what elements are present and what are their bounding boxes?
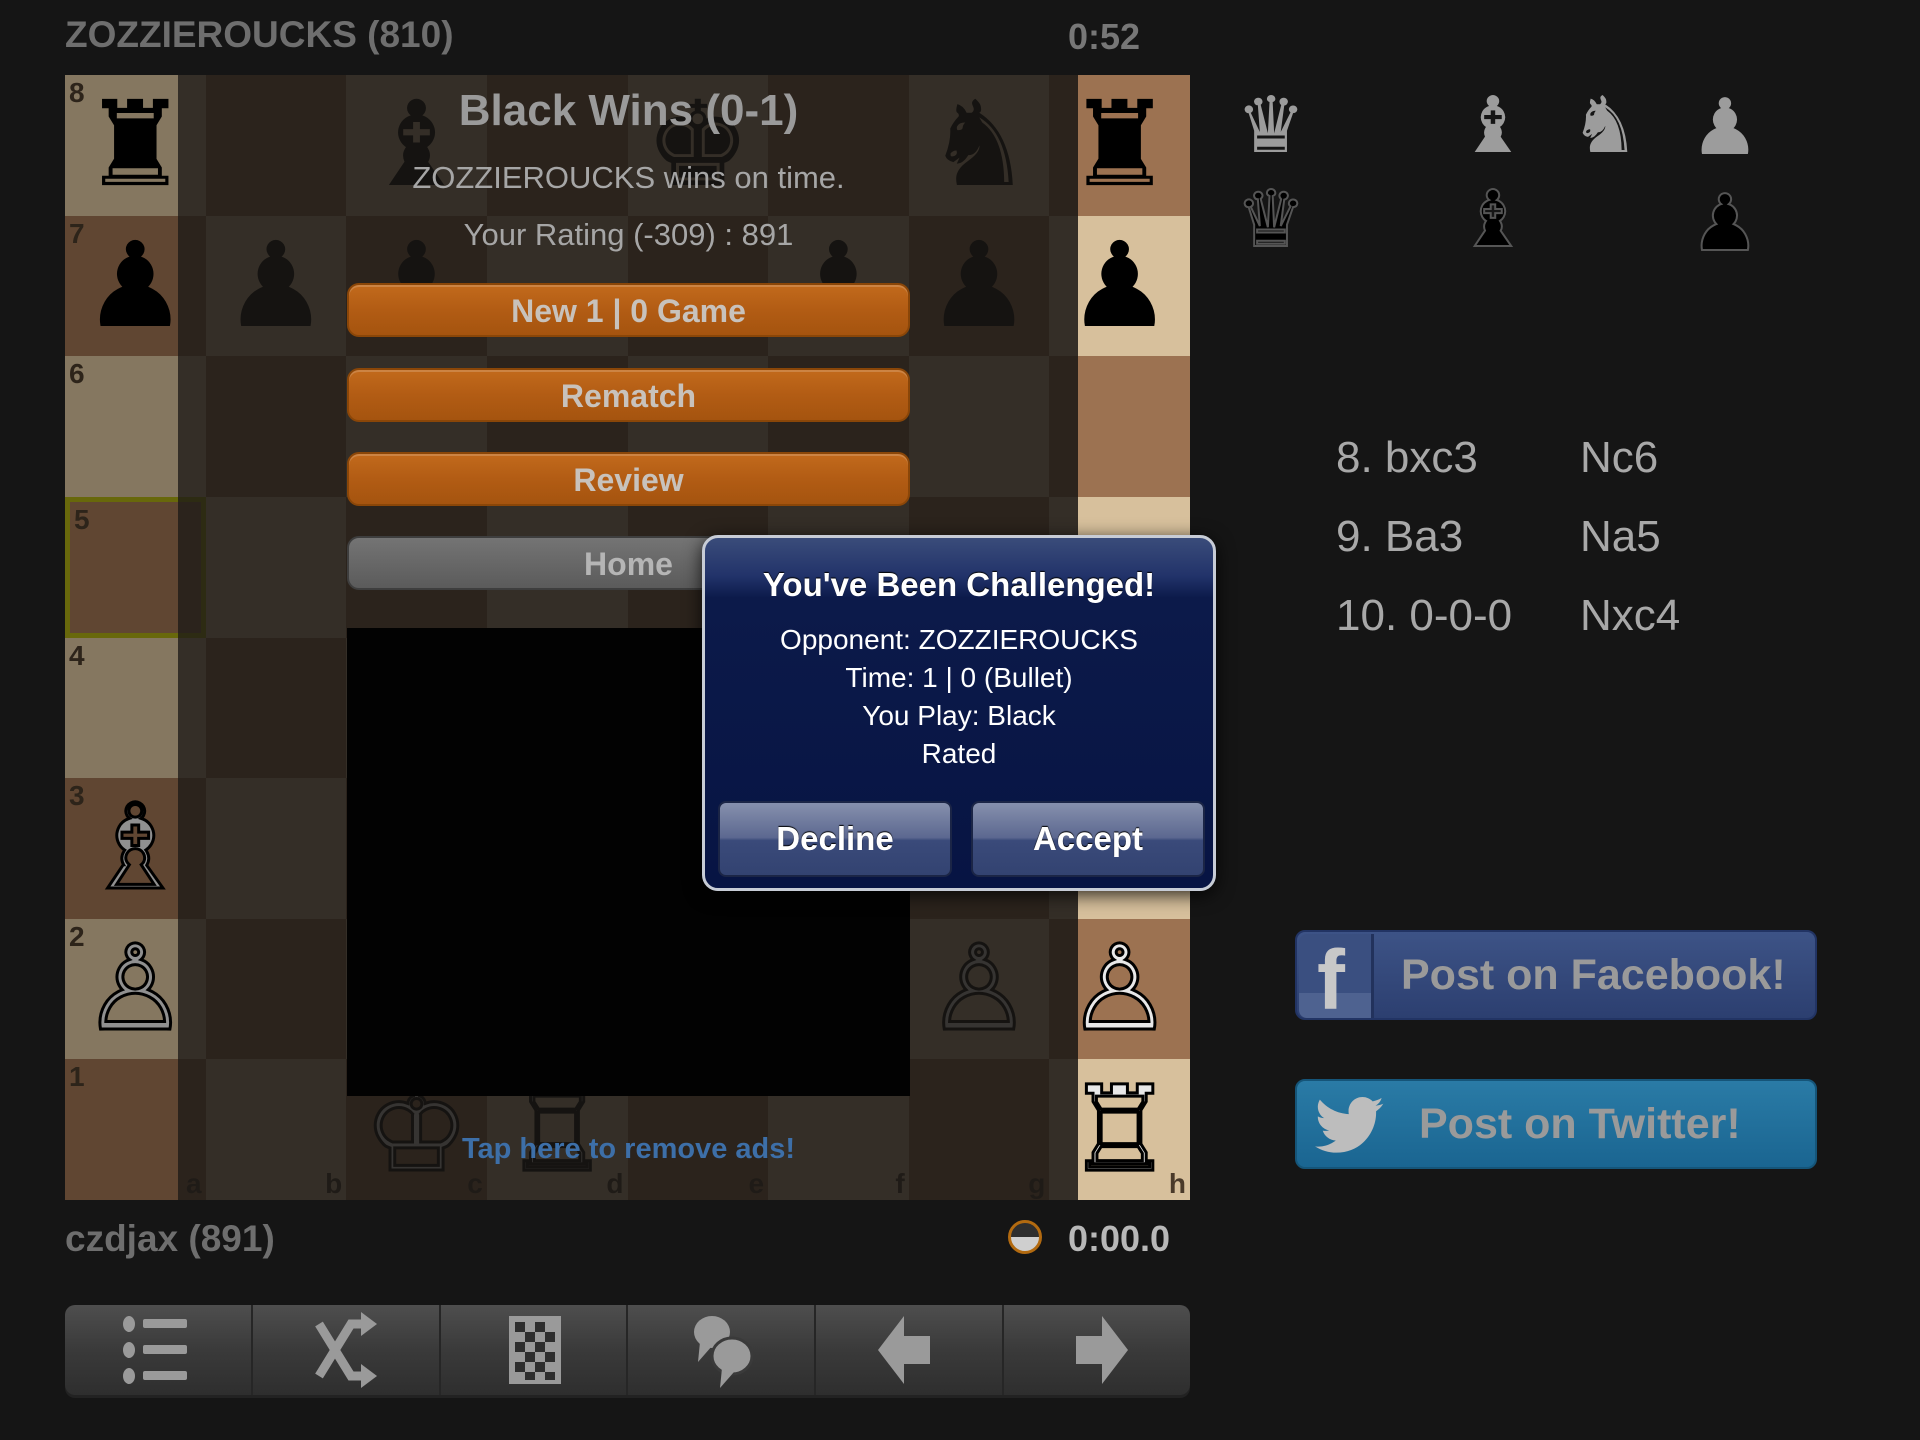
captured-white-queen-icon: ♛ [1236,81,1306,169]
review-button[interactable]: Review [347,452,910,506]
twitter-bird-icon [1315,1097,1384,1153]
shuffle-button[interactable] [253,1305,441,1395]
rating-change: Your Rating (-309) : 891 [463,217,794,252]
menu-button[interactable] [65,1305,253,1395]
opponent-clock: 0:52 [1068,16,1141,57]
facebook-icon: f [1299,934,1374,1022]
move-white: 9. Ba3 [1336,512,1464,561]
chat-icon [694,1316,754,1388]
captured-black-queen-icon: ♛ [1235,175,1307,263]
turn-indicator-icon [1008,1220,1042,1254]
player-clock: 0:00.0 [1068,1218,1171,1259]
board-view-button[interactable] [441,1305,629,1395]
facebook-glyph: f [1317,933,1345,1027]
player-name-label: czdjax (891) [65,1218,275,1259]
rank-label: 5 [74,503,90,535]
result-reason: ZOZZIEROUCKS wins on time. [412,160,845,195]
move-white: 8. bxc3 [1336,433,1478,482]
move-black: Na5 [1580,512,1661,561]
rank-label: 4 [69,639,85,671]
dialog-color: You Play: Black [862,700,1056,731]
dialog-rated: Rated [921,738,997,769]
facebook-label: Post on Facebook! [1401,951,1786,999]
dialog-time: Time: 1 | 0 (Bullet) [845,662,1073,693]
captured-white-bishop-icon: ♝ [1458,81,1528,169]
move-white: 10. 0-0-0 [1336,591,1513,640]
dialog-opponent: Opponent: ZOZZIEROUCKS [780,624,1138,655]
captured-black-bishop-icon: ♝ [1457,175,1529,263]
post-facebook-button[interactable]: f Post on Facebook! [1295,930,1817,1022]
remove-ads-link[interactable]: Tap here to remove ads! [347,1133,910,1166]
move-black: Nc6 [1580,433,1659,482]
captured-white-knight-icon: ♞ [1570,81,1640,169]
rematch-button[interactable]: Rematch [347,368,910,422]
challenge-dialog: You've Been Challenged! Opponent: ZOZZIE… [702,535,1216,891]
opponent-name-label: ZOZZIEROUCKS (810) [65,14,454,55]
decline-button[interactable]: Decline [718,801,952,877]
rank-label: 1 [69,1061,85,1093]
captured-black-pawn-icon: ♟ [1689,179,1761,267]
bottom-toolbar [65,1305,1190,1395]
result-title: Black Wins (0-1) [458,86,799,135]
next-move-button[interactable] [1004,1305,1190,1395]
shuffle-icon [314,1312,377,1388]
previous-move-button[interactable] [816,1305,1005,1395]
dialog-title: You've Been Challenged! [762,566,1156,603]
accept-button[interactable]: Accept [971,801,1205,877]
new-game-button[interactable]: New 1 | 0 Game [347,283,910,337]
twitter-label: Post on Twitter! [1419,1100,1741,1148]
board-icon [508,1316,561,1384]
move-black: Nxc4 [1580,591,1681,640]
forward-arrow-icon [1076,1316,1129,1384]
menu-list-icon [122,1316,187,1384]
captured-white-pawn-icon: ♟ [1690,83,1760,171]
post-twitter-button[interactable]: Post on Twitter! [1295,1079,1817,1169]
rank-label: 6 [69,358,85,390]
back-arrow-icon [878,1316,931,1384]
chat-button[interactable] [628,1305,817,1395]
